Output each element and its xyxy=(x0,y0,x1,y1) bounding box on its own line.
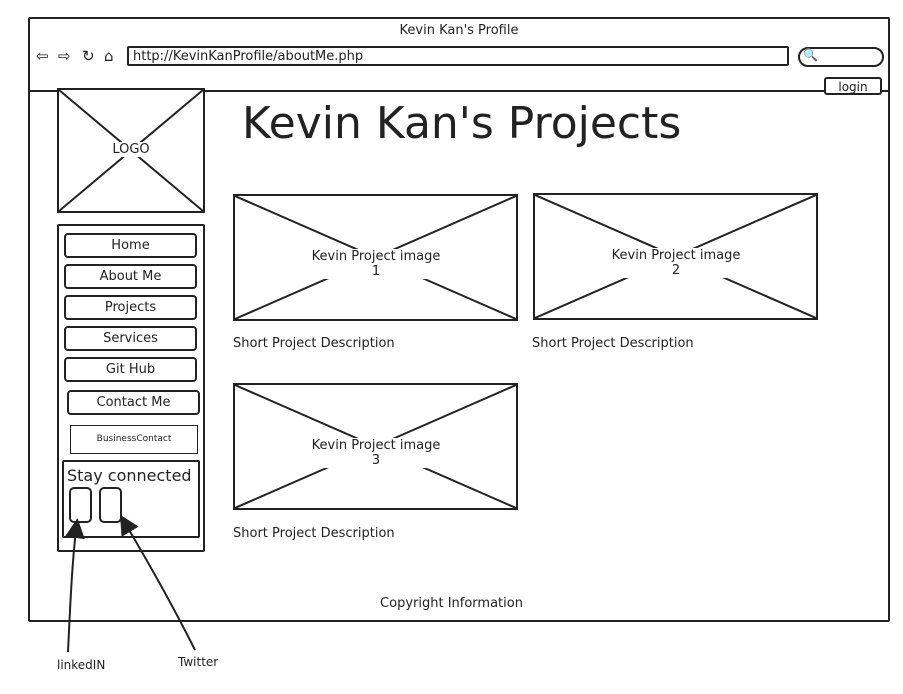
linkedin-annotation: linkedIN xyxy=(57,658,106,672)
twitter-annotation: Twitter xyxy=(178,655,219,669)
callout-arrows xyxy=(64,514,196,653)
